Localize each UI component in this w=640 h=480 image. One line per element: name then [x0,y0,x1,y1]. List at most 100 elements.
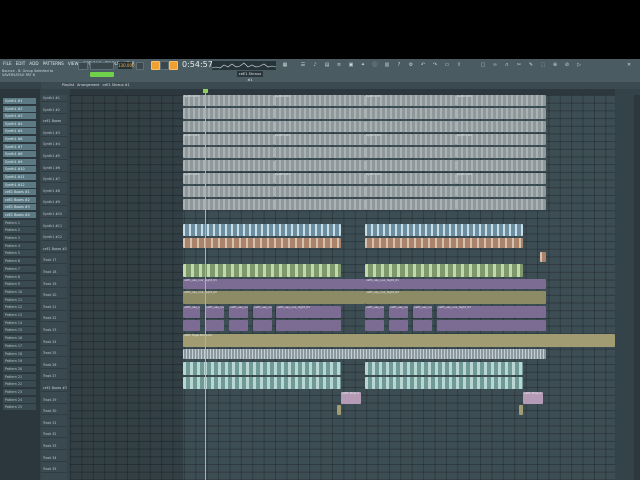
playlist-clip[interactable]: ceE1_say_vox_hight_03 [389,306,408,318]
track-header[interactable]: Track 35 [41,466,67,474]
track-header[interactable]: Track 25 [41,350,67,358]
playlist-clip[interactable]: ceE1_say_vox_hight_03 [413,306,432,318]
export-icon[interactable]: ⇪ [456,62,462,68]
picker-audio-item[interactable]: Pattern 3 [3,235,36,241]
playlist-clip[interactable] [183,349,546,359]
playlist-clip[interactable] [274,121,365,132]
tab-pattern[interactable]: ceE1 Shraux #1 [102,82,129,89]
select-icon[interactable]: ⬚ [540,62,546,68]
picker-audio-item[interactable]: Pattern 25 [3,404,36,411]
playlist-clip[interactable]: ceE1_say_vox_hight_03 [253,306,272,318]
pattern-selector[interactable]: ceE1 Shraux #1 [237,71,263,82]
playlist-clip[interactable] [365,377,523,389]
close-icon[interactable]: ✕ [626,62,632,68]
slice-icon[interactable]: ✂ [516,62,522,68]
menu-file[interactable]: FILE [2,60,13,67]
playlist-clip[interactable] [205,320,224,331]
picker-pattern-item[interactable]: Synth1 #6 [3,136,36,142]
playlist-clip[interactable] [365,160,456,171]
picker-audio-item[interactable]: Pattern 9 [3,281,36,288]
zoom-icon[interactable]: ⊕ [552,62,558,68]
menu-patterns[interactable]: PATTERNS [42,60,65,67]
tempo-display[interactable]: 130.000 [118,62,135,69]
playlist-clip[interactable]: Synth1 #1 [274,134,365,145]
master-volume-knob[interactable] [78,62,88,70]
track-header[interactable]: Synth1 #12 [41,234,67,242]
track-header[interactable]: Synth1 #5 [41,153,67,160]
picker-pattern-item[interactable]: ceE1 Boxes #4 [3,212,36,218]
playlist-clip[interactable]: ceE1 Drop 1 [523,392,543,404]
playlist-clip[interactable]: ceE1_say_vox_hight_03 [365,306,384,318]
track-header[interactable]: Synth1 #11 [41,223,67,230]
track-header[interactable]: Synth1 #4 [41,141,67,149]
playlist-clip[interactable] [183,264,341,277]
picker-audio-item[interactable]: Pattern 20 [3,365,36,372]
playlist-clip[interactable] [365,147,456,158]
playlist-clip[interactable]: ceE1_say_vox_hight_03 [205,306,224,318]
track-header[interactable]: ceE1 Boxes #2 [41,246,67,253]
picker-pattern-item[interactable]: Synth1 #3 [3,113,36,120]
picker-audio-item[interactable]: Pattern 16 [3,335,36,342]
track-header[interactable]: Synth1 #6 [41,165,67,172]
track-header[interactable]: Track 30 [41,408,67,416]
picker-audio-item[interactable]: Pattern 24 [3,396,36,403]
track-header[interactable]: Track 27 [41,373,67,381]
playlist-clip[interactable]: ceE1 Huge Drive 01 [183,334,615,347]
playlist-clip[interactable] [337,405,341,415]
playlist-clip[interactable] [519,405,523,415]
redo-icon[interactable]: ↷ [432,62,438,68]
help-icon[interactable]: ? [396,62,402,68]
playlist-clip[interactable] [456,108,546,119]
playlist-clip[interactable] [274,160,365,171]
picker-audio-item[interactable]: Pattern 18 [3,350,36,357]
picker-pattern-item[interactable]: ceE1 Boxes #1 [3,189,36,196]
picker-audio-item[interactable]: Pattern 17 [3,342,36,349]
playlist-clip[interactable]: Synth1 #1 [183,173,274,184]
picker-audio-item[interactable]: Pattern 6 [3,258,36,265]
playlist-clip[interactable]: Synth1 #1 [274,95,365,106]
picker-audio-item[interactable]: Pattern 14 [3,319,36,326]
playback-icon[interactable]: ▷ [576,62,582,68]
undo-icon[interactable]: ↶ [420,62,426,68]
picker-audio-item[interactable]: Pattern 21 [3,373,36,380]
playlist-clip[interactable] [183,224,341,236]
track-header[interactable]: Track 33 [41,443,67,450]
track-header[interactable]: Track 17 [41,257,67,265]
settings-icon[interactable]: ⚙ [408,62,414,68]
playlist-clip[interactable] [274,108,365,119]
track-header[interactable]: Synth1 #8 [41,188,67,195]
track-header[interactable]: Synth1 #10 [41,211,67,218]
picker-audio-item[interactable]: Pattern 23 [3,389,36,395]
playlist-clip[interactable] [365,264,523,277]
playlist-clip[interactable]: ceE1_say_vox_hight_03 [276,306,341,318]
playlist-clip[interactable] [183,199,274,210]
track-header[interactable]: Synth1 #9 [41,199,67,207]
playlist-clip[interactable]: ceE1_say_vox_hight_03 [183,306,200,318]
playlist-clip[interactable]: ceE1_say_vox_hight_02 [365,291,546,304]
playlist-clip[interactable]: Synth1 #1 [456,134,546,145]
playhead-marker[interactable] [203,89,208,93]
track-header[interactable]: Track 34 [41,455,67,462]
picker-pattern-item[interactable]: ceE1 Boxes #2 [3,196,36,203]
playlist-clip[interactable] [274,147,365,158]
mixer-icon[interactable]: ≡ [336,62,342,68]
record-button[interactable] [169,61,178,70]
picker-pattern-item[interactable]: Synth1 #7 [3,143,36,150]
track-header[interactable]: Track 32 [41,431,67,439]
track-header[interactable]: Track 31 [41,420,67,427]
picker-audio-item[interactable]: Pattern 5 [3,250,36,257]
playlist-clip[interactable] [183,108,274,119]
project-info-icon[interactable]: ⓘ [372,62,378,68]
playlist-clip[interactable]: Synth1 #1 [183,134,274,145]
playlist-clip[interactable]: Synth1 #1 [456,173,546,184]
playlist-clip[interactable] [183,121,274,132]
picker-pattern-item[interactable]: Synth1 #2 [3,105,36,112]
pattern-song-toggle[interactable] [136,62,144,70]
picker-audio-item[interactable]: Pattern 19 [3,358,36,365]
mute-icon[interactable]: ⊘ [564,62,570,68]
master-pitch-slider[interactable] [90,62,114,70]
playlist-clip[interactable]: ceE1_say_vox_hight_01 [183,279,365,289]
playlist-clip[interactable]: Synth1 #1 [365,134,456,145]
tab-arrangement[interactable]: Arrangement [77,82,99,89]
picker-pattern-item[interactable]: Synth1 #1 [3,98,36,104]
